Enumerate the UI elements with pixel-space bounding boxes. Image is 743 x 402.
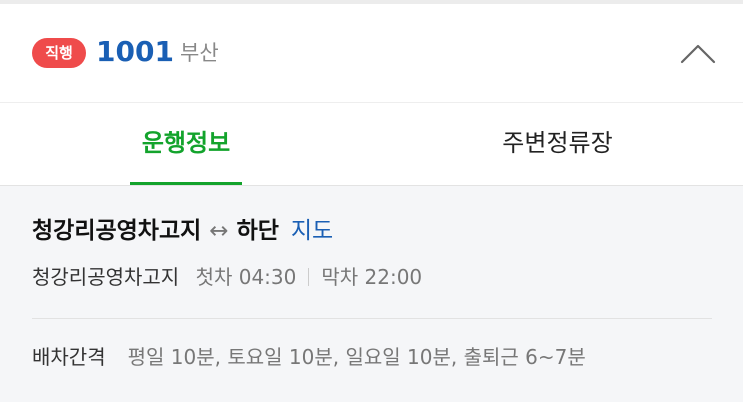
route-header[interactable]: 직행 1001 부산 [0,4,743,103]
interval-label: 배차간격 [32,345,106,369]
route-number: 1001 [96,35,174,68]
route-direction: 청강리공영차고지 ↔ 하단 지도 [32,214,333,248]
map-link[interactable]: 지도 [291,218,333,244]
origin-stop: 청강리공영차고지 [32,218,202,244]
schedule-row: 청강리공영차고지 첫차 04:30 막차 22:00 [32,262,422,292]
operation-info-panel: 청강리공영차고지 ↔ 하단 지도 청강리공영차고지 첫차 04:30 막차 22:00 … [0,186,743,402]
tab-operation-info[interactable]: 운행정보 [0,103,372,185]
route-region: 부산 [180,41,219,65]
interval-row: 배차간격 평일 10분, 토요일 10분, 일요일 10분, 출퇴근 6~7분 [32,342,586,372]
tab-bar: 운행정보 주변정류장 [0,103,743,186]
first-bus-time: 첫차 04:30 [195,265,297,289]
time-separator [308,268,310,286]
schedule-stop: 청강리공영차고지 [32,265,180,289]
chevron-up-icon [680,44,716,64]
tab-nearby-stops[interactable]: 주변정류장 [372,103,743,185]
last-bus-time: 막차 22:00 [321,265,423,289]
interval-value: 평일 10분, 토요일 10분, 일요일 10분, 출퇴근 6~7분 [127,345,586,369]
bidirectional-arrow-icon: ↔ [209,218,229,244]
active-tab-indicator [130,182,242,185]
bus-route-panel: 직행 1001 부산 운행정보 주변정류장 청강리공영차고지 ↔ 하단 지도 청강리공… [0,0,743,402]
collapse-button[interactable] [676,32,720,76]
destination-stop: 하단 [236,218,279,244]
express-badge: 직행 [32,38,86,68]
section-divider [32,318,712,319]
